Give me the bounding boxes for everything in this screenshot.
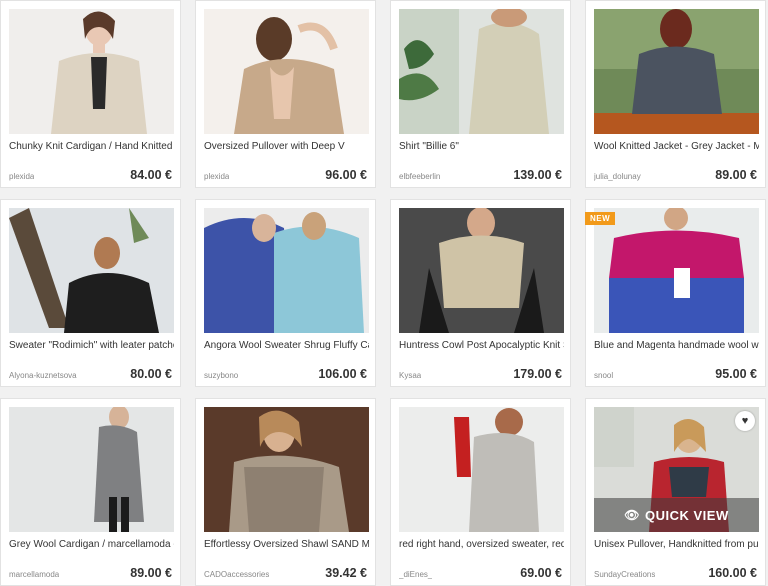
product-price: 69.00 € [520, 566, 562, 580]
product-title[interactable]: Angora Wool Sweater Shrug Fluffy Ca [204, 340, 369, 351]
product-image[interactable] [399, 407, 564, 532]
product-price: 106.00 € [318, 367, 367, 381]
product-card[interactable]: Shirt "Billie 6" elbfeeberlin 139.00 € [390, 0, 571, 188]
product-card[interactable]: Effortlessy Oversized Shawl SAND Me CADO… [195, 398, 376, 586]
shop-name[interactable]: _diEnes_ [399, 570, 432, 579]
product-image[interactable] [204, 208, 369, 333]
eye-icon: 👁 [624, 508, 640, 522]
product-image[interactable]: 👁 QUICK VIEW [594, 407, 759, 532]
shop-name[interactable]: marcellamoda [9, 570, 59, 579]
shop-name[interactable]: suzybono [204, 371, 238, 380]
product-price: 84.00 € [130, 168, 172, 182]
product-title[interactable]: Unisex Pullover, Handknitted from pur [594, 539, 759, 550]
product-card[interactable]: Oversized Pullover with Deep V plexida 9… [195, 0, 376, 188]
product-title[interactable]: red right hand, oversized sweater, red [399, 539, 564, 550]
product-price: 96.00 € [325, 168, 367, 182]
shop-name[interactable]: julia_dolunay [594, 172, 641, 181]
product-image[interactable] [204, 407, 369, 532]
product-image[interactable] [594, 9, 759, 134]
product-card[interactable]: NEW Blue and Magenta handmade wool wi sn… [585, 199, 766, 387]
product-price: 160.00 € [708, 566, 757, 580]
product-grid: Chunky Knit Cardigan / Hand Knitted plex… [0, 0, 768, 586]
product-card[interactable]: Chunky Knit Cardigan / Hand Knitted plex… [0, 0, 181, 188]
product-price: 89.00 € [715, 168, 757, 182]
product-title[interactable]: Blue and Magenta handmade wool wi [594, 340, 759, 351]
product-card[interactable]: Huntress Cowl Post Apocalyptic Knit S Ky… [390, 199, 571, 387]
heart-icon[interactable]: ♥ [735, 411, 755, 431]
shop-name[interactable]: elbfeeberlin [399, 172, 440, 181]
product-image[interactable] [9, 208, 174, 333]
product-image[interactable] [399, 9, 564, 134]
shop-name[interactable]: plexida [204, 172, 229, 181]
product-image[interactable] [594, 208, 759, 333]
product-image[interactable] [9, 9, 174, 134]
shop-name[interactable]: snool [594, 371, 613, 380]
product-card[interactable]: red right hand, oversized sweater, red _… [390, 398, 571, 586]
product-title[interactable]: Grey Wool Cardigan / marcellamoda - [9, 539, 174, 550]
shop-name[interactable]: CADOaccessories [204, 570, 269, 579]
product-image[interactable] [9, 407, 174, 532]
product-price: 39.42 € [325, 566, 367, 580]
product-card[interactable]: 👁 QUICK VIEW ♥ Unisex Pullover, Handknit… [585, 398, 766, 586]
product-title[interactable]: Oversized Pullover with Deep V [204, 141, 369, 152]
product-title[interactable]: Effortlessy Oversized Shawl SAND Me [204, 539, 369, 550]
product-price: 139.00 € [513, 168, 562, 182]
shop-name[interactable]: plexida [9, 172, 34, 181]
product-title[interactable]: Chunky Knit Cardigan / Hand Knitted [9, 141, 174, 152]
product-price: 179.00 € [513, 367, 562, 381]
shop-name[interactable]: Kysaa [399, 371, 421, 380]
product-title[interactable]: Wool Knitted Jacket - Grey Jacket - Me [594, 141, 759, 152]
shop-name[interactable]: Alyona-kuznetsova [9, 371, 77, 380]
product-title[interactable]: Shirt "Billie 6" [399, 141, 564, 152]
quick-view-button[interactable]: 👁 QUICK VIEW [594, 498, 759, 532]
new-badge: NEW [585, 212, 616, 225]
quick-view-label: QUICK VIEW [645, 507, 729, 523]
shop-name[interactable]: SundayCreations [594, 570, 655, 579]
product-price: 80.00 € [130, 367, 172, 381]
product-title[interactable]: Sweater "Rodimich" with leater patche [9, 340, 174, 351]
product-card[interactable]: Sweater "Rodimich" with leater patche Al… [0, 199, 181, 387]
product-card[interactable]: Grey Wool Cardigan / marcellamoda - marc… [0, 398, 181, 586]
product-price: 95.00 € [715, 367, 757, 381]
product-card[interactable]: Angora Wool Sweater Shrug Fluffy Ca suzy… [195, 199, 376, 387]
product-image[interactable] [399, 208, 564, 333]
product-price: 89.00 € [130, 566, 172, 580]
product-title[interactable]: Huntress Cowl Post Apocalyptic Knit S [399, 340, 564, 351]
product-image[interactable] [204, 9, 369, 134]
product-card[interactable]: Wool Knitted Jacket - Grey Jacket - Me j… [585, 0, 766, 188]
